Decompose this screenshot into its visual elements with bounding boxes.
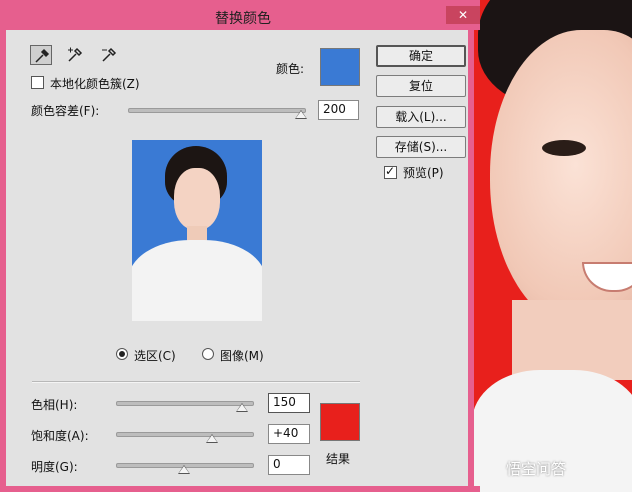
tolerance-input[interactable]: 200 [318, 100, 359, 120]
dialog-title: 替换颜色 [215, 11, 271, 27]
eyedropper-tool[interactable] [30, 45, 52, 65]
saturation-slider-thumb[interactable] [206, 434, 218, 443]
preview-face [174, 168, 220, 230]
tolerance-label: 颜色容差(F): [31, 104, 100, 118]
load-button[interactable]: 载入(L)... [376, 106, 466, 128]
saturation-label: 饱和度(A): [31, 429, 89, 443]
image-radio-label: 图像(M) [220, 349, 264, 363]
saturation-input[interactable]: +40 [268, 424, 310, 444]
eyedropper-icon [35, 48, 50, 63]
localized-clusters-label: 本地化颜色簇(Z) [50, 77, 140, 91]
ok-button[interactable]: 确定 [376, 45, 466, 67]
eyedropper-minus-tool[interactable] [98, 45, 120, 65]
tolerance-slider[interactable] [128, 108, 306, 113]
eyedropper-plus-tool[interactable] [64, 45, 86, 65]
dialog-bottom-border [6, 486, 480, 492]
lightness-slider-thumb[interactable] [178, 465, 190, 474]
close-button[interactable]: ✕ [446, 6, 480, 24]
selection-radio-label: 选区(C) [134, 349, 176, 363]
hue-input[interactable]: 150 [268, 393, 310, 413]
hue-slider-thumb[interactable] [236, 403, 248, 412]
lightness-input[interactable]: 0 [268, 455, 310, 475]
selection-color-swatch[interactable] [320, 48, 360, 86]
preview-shirt [132, 240, 262, 321]
color-label: 颜色: [276, 62, 305, 76]
replace-color-dialog: 替换颜色 ✕ 本地化颜色簇(Z) 颜色: 颜色容差(F): 200 选区(C) … [0, 0, 480, 492]
close-icon: ✕ [457, 8, 469, 22]
background-photo [472, 0, 632, 492]
saturation-slider[interactable] [116, 432, 254, 437]
photo-neck [512, 300, 632, 380]
reset-button[interactable]: 复位 [376, 75, 466, 97]
preview-checkbox[interactable] [384, 164, 397, 179]
image-radio[interactable] [202, 348, 214, 360]
selection-radio[interactable] [116, 348, 128, 360]
localized-clusters-checkbox[interactable] [31, 76, 44, 89]
selection-preview-image [132, 140, 262, 321]
tolerance-slider-thumb[interactable] [295, 110, 307, 119]
preview-checkbox-label: 预览(P) [403, 166, 444, 180]
result-label: 结果 [326, 452, 351, 466]
watermark: 悟空问答 [506, 460, 567, 478]
save-button[interactable]: 存储(S)... [376, 136, 466, 158]
lightness-label: 明度(G): [31, 460, 78, 474]
title-bar[interactable]: 替换颜色 ✕ [6, 0, 480, 30]
result-color-swatch[interactable] [320, 403, 360, 441]
hue-label: 色相(H): [31, 398, 78, 412]
hue-slider[interactable] [116, 401, 254, 406]
photo-eye-left [542, 140, 586, 156]
eyedropper-minus-icon [102, 47, 117, 62]
eyedropper-plus-icon [68, 47, 83, 62]
divider [32, 381, 360, 383]
